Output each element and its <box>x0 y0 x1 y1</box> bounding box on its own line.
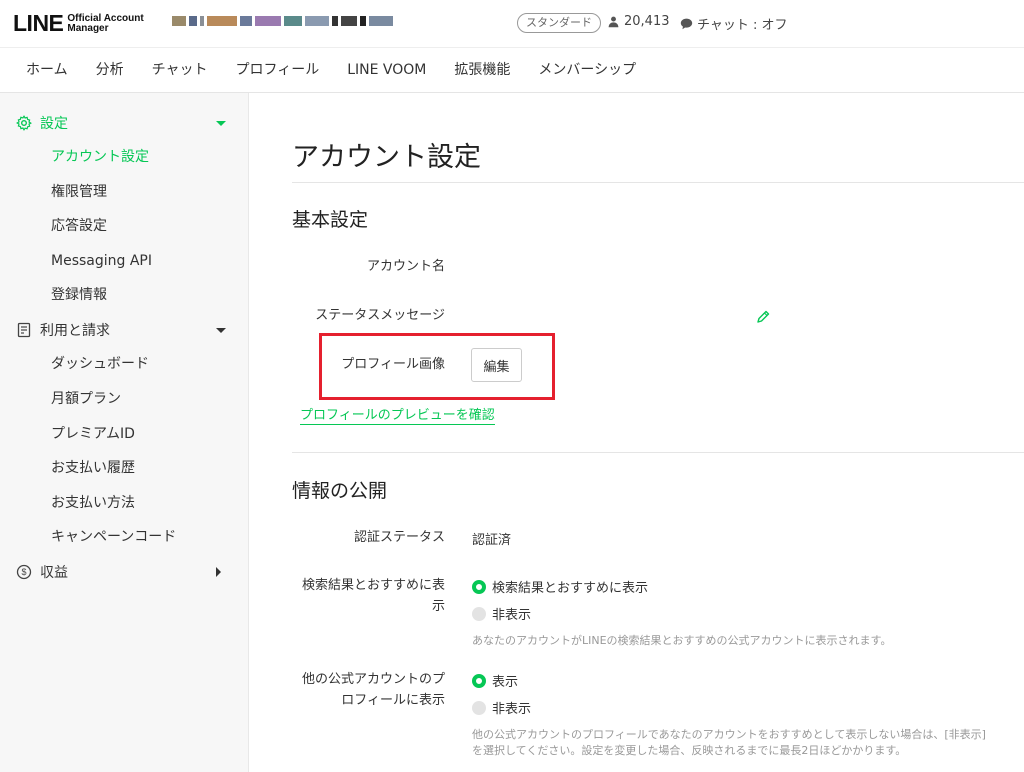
other-accounts-label-line-1: 他の公式アカウントのプ <box>301 672 445 687</box>
radio-search-show[interactable]: 検索結果とおすすめに表示 <box>472 577 648 596</box>
other-accounts-label-line-2: ロフィールに表示 <box>341 693 445 708</box>
svg-text:$: $ <box>21 567 26 577</box>
chevron-right-icon <box>216 567 221 577</box>
gear-icon <box>16 115 32 131</box>
chevron-down-icon <box>216 120 226 126</box>
search-visibility-help: あなたのアカウントがLINEの検索結果とおすすめの公式アカウントに表示されます。 <box>472 634 892 647</box>
radio-selected-icon <box>472 673 486 688</box>
verification-status-value: 認証済 <box>472 533 512 548</box>
nav-membership[interactable]: メンバーシップ <box>524 48 650 92</box>
sidebar-section-revenue[interactable]: $ 収益 <box>0 555 249 589</box>
logo-subtitle: Official Account Manager <box>67 13 143 34</box>
chat-bubble-icon <box>680 18 693 30</box>
radio-other-show[interactable]: 表示 <box>472 671 518 690</box>
sidebar-item-messaging-api[interactable]: Messaging API <box>51 251 152 271</box>
account-name-redacted[interactable] <box>172 14 470 28</box>
nav-home[interactable]: ホーム <box>12 48 82 92</box>
edit-profile-image-button[interactable]: 編集 <box>471 348 522 382</box>
sidebar-section-settings[interactable]: 設定 <box>0 106 249 140</box>
sidebar-section-billing[interactable]: 利用と請求 <box>0 313 249 347</box>
sidebar-item-registration-info[interactable]: 登録情報 <box>51 285 107 305</box>
page-title: アカウント設定 <box>292 142 481 173</box>
sidebar-item-payment-history[interactable]: お支払い履歴 <box>51 458 135 478</box>
profile-image-label: プロフィール画像 <box>341 357 445 372</box>
sidebar-item-monthly-plan[interactable]: 月額プラン <box>51 389 121 409</box>
radio-other-hide[interactable]: 非表示 <box>472 698 531 717</box>
sidebar-section-label: 利用と請求 <box>40 323 110 339</box>
follower-count-value: 20,413 <box>624 14 670 29</box>
radio-label: 検索結果とおすすめに表示 <box>492 581 649 596</box>
logo-wordmark: LINE <box>13 10 64 36</box>
search-visibility-label: 検索結果とおすすめに表 示 <box>275 575 445 617</box>
radio-search-hide[interactable]: 非表示 <box>472 604 531 623</box>
follower-count[interactable]: 20,413 <box>607 14 670 29</box>
other-accounts-help-line-2: を選択してください。設定を変更した場合、反映されるまでに最長2日ほどかかります。 <box>472 744 907 757</box>
account-name-label: アカウント名 <box>366 259 445 274</box>
logo-subtitle-line-2: Manager <box>67 22 109 34</box>
verification-status-label: 認証ステータス <box>353 530 445 545</box>
divider <box>292 182 1024 183</box>
other-accounts-help: 他の公式アカウントのプロフィールであなたのアカウントをおすすめとして表示しない場… <box>472 727 992 759</box>
radio-selected-icon <box>472 579 486 594</box>
divider <box>292 452 1024 453</box>
chat-status[interactable]: チャット : オフ <box>680 14 788 33</box>
sidebar: 設定 アカウント設定 権限管理 応答設定 Messaging API 登録情報 … <box>0 93 249 772</box>
other-accounts-label: 他の公式アカウントのプ ロフィールに表示 <box>275 669 445 711</box>
sidebar-item-dashboard[interactable]: ダッシュボード <box>51 354 149 374</box>
radio-unselected-icon <box>472 606 486 621</box>
search-visibility-label-line-1: 検索結果とおすすめに表 <box>301 578 445 593</box>
sidebar-item-payment-method[interactable]: お支払い方法 <box>51 493 135 513</box>
sidebar-section-label: 設定 <box>40 116 68 132</box>
sidebar-item-account-settings[interactable]: アカウント設定 <box>51 147 149 167</box>
main-content: アカウント設定 基本設定 アカウント名 ステータスメッセージ プロフィール画像 … <box>250 93 1024 772</box>
profile-preview-link[interactable]: プロフィールのプレビューを確認 <box>300 404 495 425</box>
section-title-basic: 基本設定 <box>292 209 369 231</box>
nav-analytics[interactable]: 分析 <box>82 48 138 92</box>
nav-profile[interactable]: プロフィール <box>221 48 333 92</box>
sidebar-item-campaign-code[interactable]: キャンペーンコード <box>51 527 176 547</box>
invoice-icon <box>17 322 31 338</box>
sidebar-item-response-settings[interactable]: 応答設定 <box>51 216 107 236</box>
top-header: LINE Official Account Manager スタンダード 20,… <box>0 0 1024 46</box>
sidebar-item-premium-id[interactable]: プレミアムID <box>51 424 135 444</box>
radio-label: 非表示 <box>492 702 532 717</box>
radio-label: 表示 <box>492 675 519 690</box>
nav-line-voom[interactable]: LINE VOOM <box>333 48 440 92</box>
nav-chat[interactable]: チャット <box>138 48 222 92</box>
status-message-label: ステータスメッセージ <box>315 308 445 323</box>
line-oa-manager-logo[interactable]: LINE Official Account Manager <box>13 10 144 37</box>
radio-label: 非表示 <box>492 608 532 623</box>
pencil-icon[interactable] <box>755 309 771 325</box>
section-title-disclosure: 情報の公開 <box>292 480 388 502</box>
sidebar-section-label: 収益 <box>40 565 68 581</box>
dollar-coin-icon: $ <box>16 564 32 580</box>
chevron-down-icon <box>216 327 226 333</box>
plan-badge: スタンダード <box>517 13 601 33</box>
sidebar-item-permissions[interactable]: 権限管理 <box>51 182 107 202</box>
other-accounts-help-line-1: 他の公式アカウントのプロフィールであなたのアカウントをおすすめとして表示しない場… <box>472 728 986 741</box>
people-icon <box>608 16 619 28</box>
main-nav: ホーム 分析 チャット プロフィール LINE VOOM 拡張機能 メンバーシッ… <box>0 47 1024 93</box>
chat-status-text: チャット : オフ <box>697 18 788 33</box>
radio-unselected-icon <box>472 700 486 715</box>
nav-extensions[interactable]: 拡張機能 <box>440 48 524 92</box>
search-visibility-label-line-2: 示 <box>431 599 445 614</box>
